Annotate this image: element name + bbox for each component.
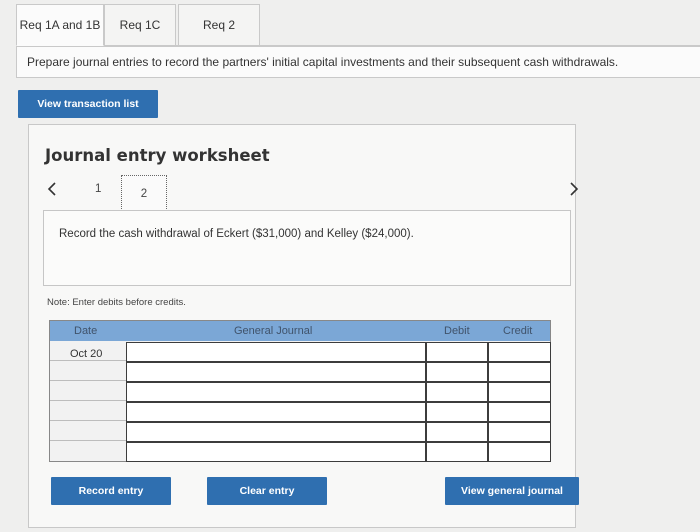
task-description: Record the cash withdrawal of Eckert ($3… [59,228,414,240]
date-cell[interactable] [50,381,126,401]
record-entry-button[interactable]: Record entry [51,477,171,505]
date-cell[interactable] [50,361,126,381]
view-transaction-list-button[interactable]: View transaction list [18,90,158,118]
date-value: Oct 20 [70,348,103,360]
tab-req-2[interactable]: Req 2 [178,4,260,46]
account-input[interactable] [126,362,426,382]
debit-input[interactable] [426,342,488,362]
worksheet-title: Journal entry worksheet [45,146,270,165]
tab-bar: Req 1A and 1B Req 1C Req 2 [16,4,260,46]
credit-input[interactable] [488,422,551,442]
debit-input[interactable] [426,402,488,422]
date-cell[interactable] [50,421,126,441]
page-1-button[interactable]: 1 [95,183,101,195]
credit-column-header: Credit [503,325,533,337]
debit-input[interactable] [426,422,488,442]
task-description-box: Record the cash withdrawal of Eckert ($3… [43,210,571,286]
date-cell[interactable] [50,401,126,421]
debits-note: Note: Enter debits before credits. [47,297,186,308]
journal-header-row: Date General Journal Debit Credit [50,321,550,341]
account-input[interactable] [126,402,426,422]
chevron-left-icon [47,182,56,196]
credit-input[interactable] [488,382,551,402]
instruction-text: Prepare journal entries to record the pa… [16,46,700,78]
next-page-button[interactable] [567,179,581,199]
debit-input[interactable] [426,382,488,402]
debit-input[interactable] [426,362,488,382]
clear-entry-button[interactable]: Clear entry [207,477,327,505]
tab-req-1a-1b[interactable]: Req 1A and 1B [16,4,104,46]
credit-input[interactable] [488,342,551,362]
chevron-right-icon [570,182,579,196]
debit-column-header: Debit [444,325,470,337]
debit-input[interactable] [426,442,488,462]
previous-page-button[interactable] [45,179,59,199]
date-column-header: Date [74,325,98,337]
account-input[interactable] [126,382,426,402]
account-input[interactable] [126,342,426,362]
page-2-button[interactable]: 2 [121,175,167,213]
view-general-journal-button[interactable]: View general journal [445,477,579,505]
credit-input[interactable] [488,442,551,462]
tab-req-1c[interactable]: Req 1C [104,4,176,46]
account-input[interactable] [126,442,426,462]
account-input[interactable] [126,422,426,442]
credit-input[interactable] [488,362,551,382]
journal-entry-worksheet-panel: Journal entry worksheet 1 2 Record the c… [28,124,579,528]
general-journal-column-header: General Journal [234,325,313,337]
journal-table: Date General Journal Debit Credit Oct 20 [49,320,551,462]
credit-input[interactable] [488,402,551,422]
